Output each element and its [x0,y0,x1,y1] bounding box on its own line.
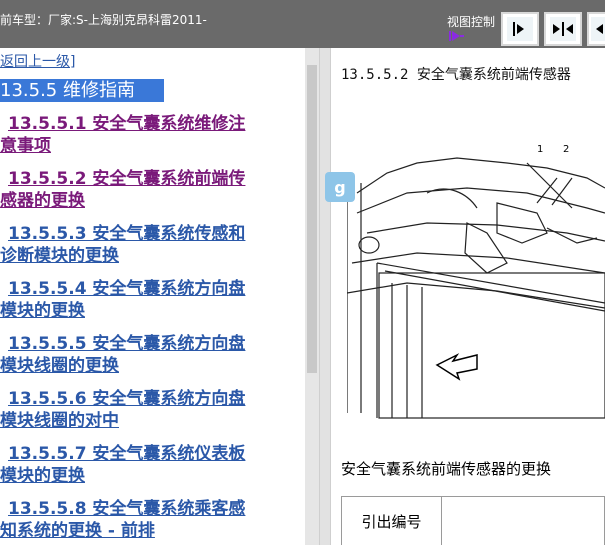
toc-pane: 返回上一级] 13.5.5 维修指南 13.5.5.1 安全气囊系统维修注 意事… [0,48,305,545]
toc-item-line1: 13.5.5.3 安全气囊系统传感和 [8,224,246,244]
toc-item-line1: 13.5.5.8 安全气囊系统乘客感 [8,499,246,519]
toc-item[interactable]: 13.5.5.5 安全气囊系统方向盘 模块线圈的更换 [0,333,300,377]
pane-divider[interactable] [319,48,331,545]
toc-item[interactable]: 13.5.5.3 安全气囊系统传感和 诊断模块的更换 [0,223,300,267]
toc-scrollbar[interactable] [305,48,319,545]
scrollbar-thumb[interactable] [307,65,317,373]
toc-item-line2: 模块的更换 [0,301,85,321]
view-control-label: 视图控制 [447,15,496,29]
toc-item[interactable]: 13.5.5.8 安全气囊系统乘客感 知系统的更换 - 前排 [0,498,300,542]
toc-item-line2: 意事项 [0,136,51,156]
toc-item[interactable]: 13.5.5.1 安全气囊系统维修注 意事项 [0,113,300,157]
toc-item-line2: 模块线圈的对中 [0,411,119,431]
view-control-arrow-icon [449,31,464,41]
toc-item-line2: 诊断模块的更换 [0,246,119,266]
table-header-callout-number: 引出编号 [342,497,442,545]
arrow-right-icon [513,22,524,36]
toc-item-line2: 感器的更换 [0,191,85,211]
toc-item-line2: 模块的更换 [0,466,85,486]
back-link[interactable]: 返回上一级] [0,51,75,71]
toc-item[interactable]: 13.5.5.2 安全气囊系统前端传 感器的更换 [0,168,300,212]
toc-item-line2: 知系统的更换 - 前排 [0,521,155,541]
figure-caption: 安全气囊系统前端传感器的更换 [341,460,552,478]
arrow-left-icon [596,24,603,34]
document-heading: 13.5.5.2 安全气囊系统前端传感器 [341,67,571,83]
callout-1: 1 [537,144,544,155]
top-toolbar: 前车型：厂家:S-上海别克昂科雷2011- 视图控制 [0,0,605,48]
section-title: 13.5.5 维修指南 [0,79,164,102]
split-arrows-icon [553,22,573,36]
floating-assistant-icon[interactable]: g [325,172,355,202]
toc-item-line1: 13.5.5.7 安全气囊系统仪表板 [8,444,246,464]
toc-item[interactable]: 13.5.5.4 安全气囊系统方向盘 模块的更换 [0,278,300,322]
split-view-button[interactable] [544,12,582,46]
document-pane: 13.5.5.2 安全气囊系统前端传感器 1 2 安全气囊系统前端传感器的更换 … [331,48,605,545]
sensor-location-diagram [347,157,605,419]
show-left-pane-button[interactable] [587,12,605,46]
toc-item[interactable]: 13.5.5.7 安全气囊系统仪表板 模块的更换 [0,443,300,487]
toc-item-line1: 13.5.5.1 安全气囊系统维修注 [8,114,246,134]
toc-item-line1: 13.5.5.5 安全气囊系统方向盘 [8,334,246,354]
toc-item-line2: 模块线圈的更换 [0,356,119,376]
toc-item-line1: 13.5.5.4 安全气囊系统方向盘 [8,279,246,299]
show-right-pane-button[interactable] [501,12,539,46]
callout-2: 2 [563,144,570,155]
toc-item[interactable]: 13.5.5.6 安全气囊系统方向盘 模块线圈的对中 [0,388,300,432]
vehicle-label: 前车型：厂家:S-上海别克昂科雷2011- [0,13,207,27]
toc-item-line1: 13.5.5.6 安全气囊系统方向盘 [8,389,246,409]
toc-item-line1: 13.5.5.2 安全气囊系统前端传 [8,169,246,189]
callout-table: 引出编号 [341,496,605,545]
